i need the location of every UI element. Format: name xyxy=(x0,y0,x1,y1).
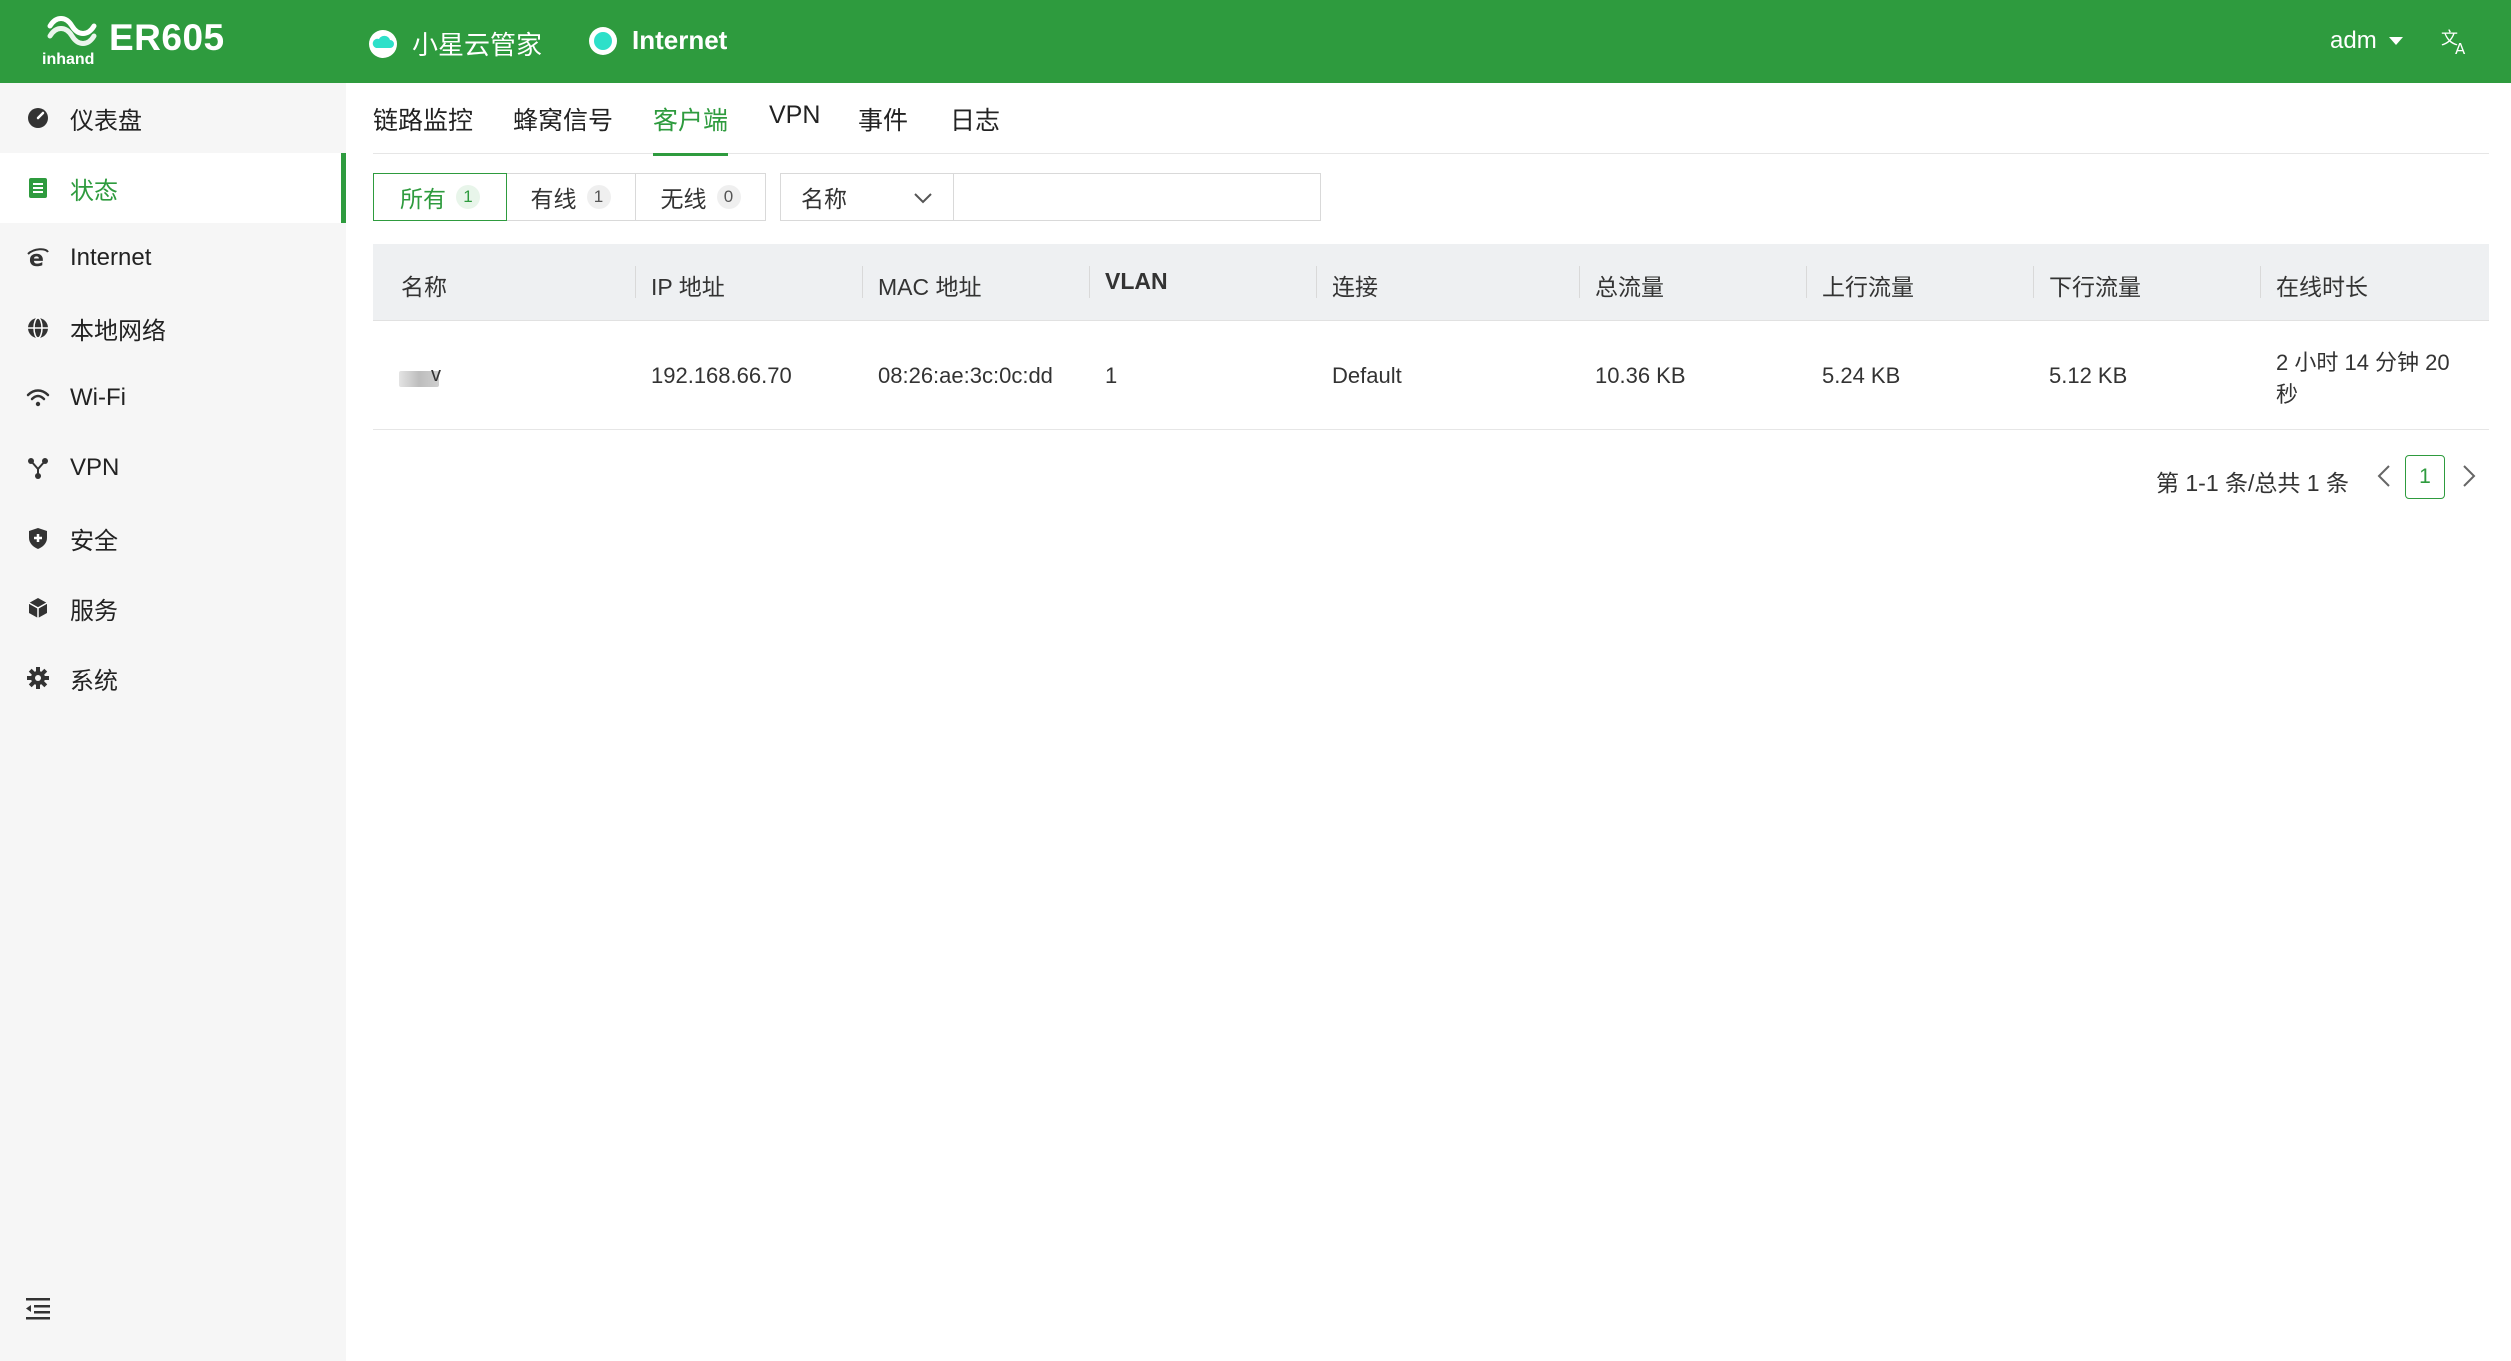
tab-vpn[interactable]: VPN xyxy=(769,101,820,146)
tab-cellular-signal[interactable]: 蜂窝信号 xyxy=(513,101,613,153)
tab-events[interactable]: 事件 xyxy=(858,101,908,153)
username: adm xyxy=(2330,27,2377,54)
prev-page-icon[interactable] xyxy=(2373,461,2395,491)
filter-label: 无线 xyxy=(660,186,707,212)
vpn-nodes-icon xyxy=(28,458,48,479)
column-header-total-traffic[interactable]: 总流量 xyxy=(1595,268,1664,302)
sidebar-item-label: Internet xyxy=(70,244,152,271)
user-menu[interactable]: adm xyxy=(2330,27,2403,55)
cloud-status[interactable]: 小星云管家 xyxy=(368,25,542,62)
sidebar-item-label: 仪表盘 xyxy=(70,107,142,135)
search-input[interactable] xyxy=(953,173,1321,221)
column-divider xyxy=(1089,266,1090,298)
column-divider xyxy=(1316,266,1317,298)
sidebar-item-local-network[interactable]: 本地网络 xyxy=(0,293,346,363)
tab-logs[interactable]: 日志 xyxy=(950,101,1000,153)
cube-icon xyxy=(28,598,48,618)
internet-explorer-icon: e xyxy=(27,247,49,270)
cell-mac: 08:26:ae:3c:0c:dd xyxy=(878,363,1053,388)
column-header-upload[interactable]: 上行流量 xyxy=(1822,268,1914,302)
sidebar-item-label: 安全 xyxy=(70,527,118,555)
sidebar-item-dashboard[interactable]: 仪表盘 xyxy=(0,83,346,153)
sidebar-item-label: 本地网络 xyxy=(70,317,166,345)
sidebar-item-label: 服务 xyxy=(70,597,118,625)
cell-vlan: 1 xyxy=(1105,363,1118,388)
search-field-select[interactable]: 名称 xyxy=(780,173,954,221)
cell-name: v xyxy=(431,364,441,386)
sidebar-item-vpn[interactable]: VPN xyxy=(0,433,346,503)
sidebar-item-status[interactable]: 状态 xyxy=(0,153,346,223)
column-divider xyxy=(1579,266,1580,298)
filter-all-button[interactable]: 所有 1 xyxy=(373,173,507,221)
table-header: 名称 IP 地址 MAC 地址 VLAN 连接 总流量 上行流量 下行流量 在线… xyxy=(373,244,2489,321)
cloud-icon xyxy=(369,29,397,58)
status-list-icon xyxy=(29,178,47,198)
cell-online-time-line1: 2 小时 14 分钟 20 xyxy=(2276,350,2450,375)
cell-online-time-line2: 秒 xyxy=(2276,382,2299,407)
tab-link-monitor[interactable]: 链路监控 xyxy=(373,101,473,153)
dashboard-icon xyxy=(28,108,48,128)
caret-down-icon xyxy=(2388,37,2403,45)
column-divider xyxy=(635,266,636,298)
tab-clients[interactable]: 客户端 xyxy=(653,101,729,156)
svg-text:inhand: inhand xyxy=(42,51,94,68)
sidebar-item-services[interactable]: 服务 xyxy=(0,573,346,643)
globe-icon xyxy=(28,317,48,339)
filter-wireless-button[interactable]: 无线 0 xyxy=(635,173,766,221)
count-badge: 0 xyxy=(716,185,741,209)
column-header-download[interactable]: 下行流量 xyxy=(2049,268,2141,302)
filter-label: 有线 xyxy=(530,186,577,212)
inhand-logo-icon: inhand xyxy=(42,16,97,68)
count-badge: 1 xyxy=(586,185,611,209)
sidebar-item-label: VPN xyxy=(70,454,120,481)
wifi-icon xyxy=(26,389,50,407)
pagination-summary: 第 1-1 条/总共 1 条 xyxy=(2156,470,2349,496)
column-divider xyxy=(2033,266,2034,298)
table-row[interactable]: v 192.168.66.70 08:26:ae:3c:0c:dd 1 Defa… xyxy=(373,321,2489,430)
collapse-menu-icon[interactable] xyxy=(24,1295,52,1321)
sidebar-item-internet[interactable]: e Internet xyxy=(0,223,346,293)
cell-ip: 192.168.66.70 xyxy=(651,363,792,388)
select-value: 名称 xyxy=(801,186,847,212)
column-header-name[interactable]: 名称 xyxy=(401,268,447,302)
sidebar-item-system[interactable]: 系统 xyxy=(0,643,346,713)
cloud-label: 小星云管家 xyxy=(412,30,543,60)
column-divider xyxy=(862,266,863,298)
status-tabs: 链路监控 蜂窝信号 客户端 VPN 事件 日志 xyxy=(373,83,2489,156)
column-header-ip[interactable]: IP 地址 xyxy=(651,268,725,302)
translate-icon[interactable]: 文 A xyxy=(2440,25,2472,57)
cell-connection: Default xyxy=(1332,363,1402,388)
status-dot-icon xyxy=(589,26,617,55)
shield-plus-icon xyxy=(29,528,47,549)
top-header: inhand ER605 小星云管家 Internet adm 文 A xyxy=(0,0,2511,83)
filter-label: 所有 xyxy=(400,186,446,212)
internet-label: Internet xyxy=(632,25,728,55)
sidebar-item-label: Wi-Fi xyxy=(70,384,126,411)
sidebar-item-label: 状态 xyxy=(70,177,118,205)
filter-wired-button[interactable]: 有线 1 xyxy=(505,173,636,221)
cell-upload: 5.24 KB xyxy=(1822,363,1901,388)
sidebar-item-wifi[interactable]: Wi-Fi xyxy=(0,363,346,433)
chevron-down-icon xyxy=(914,193,932,204)
sidebar-item-label: 系统 xyxy=(70,667,118,695)
column-divider xyxy=(2260,266,2261,298)
sidebar: 仪表盘 状态 e Internet 本地网络 Wi-Fi VPN 安全 服务 系… xyxy=(0,83,346,1361)
column-divider xyxy=(1806,266,1807,298)
count-badge: 1 xyxy=(456,185,480,209)
cell-download: 5.12 KB xyxy=(2049,363,2128,388)
device-model: ER605 xyxy=(109,17,225,58)
column-header-vlan[interactable]: VLAN xyxy=(1105,268,1168,295)
internet-status[interactable]: Internet xyxy=(588,25,727,56)
next-page-icon[interactable] xyxy=(2458,461,2480,491)
gear-icon xyxy=(27,667,49,689)
column-header-connection[interactable]: 连接 xyxy=(1332,268,1378,302)
column-header-mac[interactable]: MAC 地址 xyxy=(878,268,982,302)
cell-total-traffic: 10.36 KB xyxy=(1595,363,1686,388)
sidebar-item-security[interactable]: 安全 xyxy=(0,503,346,573)
column-header-online-time[interactable]: 在线时长 xyxy=(2276,268,2368,302)
svg-text:A: A xyxy=(2455,40,2466,57)
page-number-button[interactable]: 1 xyxy=(2405,455,2445,499)
